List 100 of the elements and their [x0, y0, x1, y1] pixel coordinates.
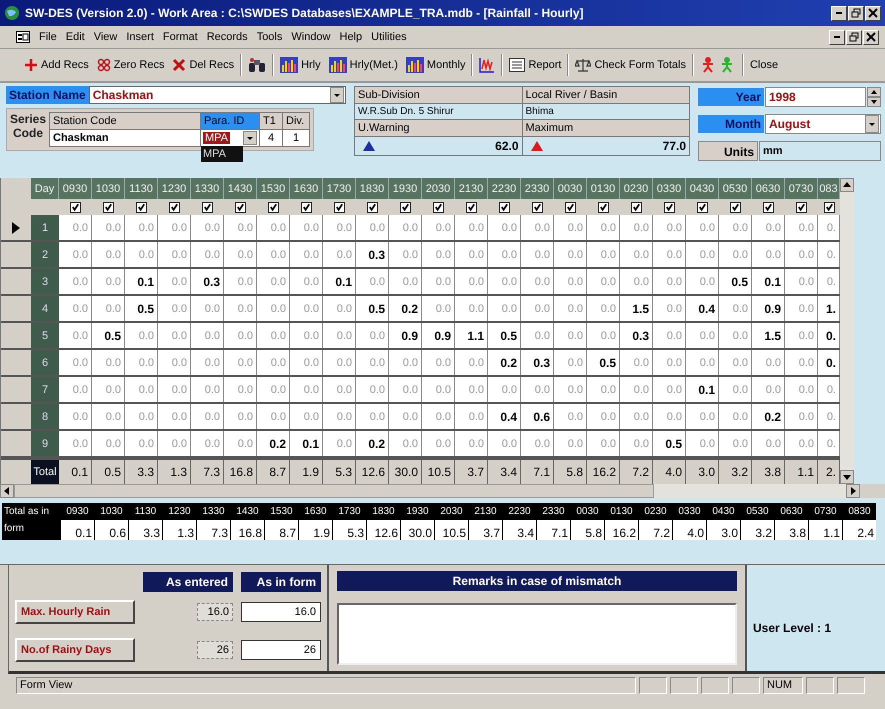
- scroll-up-icon[interactable]: [840, 178, 854, 192]
- table-cell[interactable]: 0.0: [686, 404, 719, 429]
- table-cell[interactable]: 0.0: [719, 431, 752, 456]
- checkbox[interactable]: [169, 202, 180, 212]
- table-cell[interactable]: 0.0: [59, 377, 92, 402]
- year-field[interactable]: 1998: [765, 87, 866, 107]
- table-cell[interactable]: 0.0: [653, 269, 686, 294]
- table-cell[interactable]: 0.: [818, 215, 840, 240]
- table-cell[interactable]: 0.4: [488, 404, 521, 429]
- table-cell[interactable]: 0.0: [92, 296, 125, 321]
- table-cell[interactable]: 0.0: [686, 323, 719, 348]
- document-minimize-button[interactable]: [829, 30, 845, 44]
- table-cell[interactable]: 0.0: [191, 242, 224, 267]
- table-cell[interactable]: 0.0: [389, 215, 422, 240]
- table-cell[interactable]: 0.0: [587, 215, 620, 240]
- checkbox[interactable]: [631, 202, 642, 212]
- table-cell[interactable]: 0.0: [554, 431, 587, 456]
- table-cell[interactable]: 0.0: [752, 377, 785, 402]
- table-cell[interactable]: 1.: [818, 296, 840, 321]
- chart-button[interactable]: Monthly: [404, 55, 468, 75]
- remarks-field[interactable]: [337, 603, 737, 665]
- table-cell[interactable]: 0.0: [356, 323, 389, 348]
- table-cell[interactable]: 0.0: [653, 404, 686, 429]
- table-cell[interactable]: 0.0: [521, 377, 554, 402]
- table-cell[interactable]: 0.0: [422, 242, 455, 267]
- table-cell[interactable]: 0.0: [653, 242, 686, 267]
- checkbox[interactable]: [202, 202, 213, 212]
- menu-item[interactable]: Format: [162, 31, 198, 43]
- scroll-down-icon[interactable]: [840, 470, 854, 484]
- table-cell[interactable]: 0.3: [620, 323, 653, 348]
- table-cell[interactable]: 0.0: [455, 431, 488, 456]
- table-cell[interactable]: 0.0: [653, 323, 686, 348]
- table-cell[interactable]: 0.0: [125, 377, 158, 402]
- table-cell[interactable]: 0.0: [785, 404, 818, 429]
- table-cell[interactable]: 0.2: [488, 350, 521, 375]
- table-cell[interactable]: 0.0: [686, 350, 719, 375]
- table-cell[interactable]: 0.0: [620, 350, 653, 375]
- table-cell[interactable]: 0.0: [158, 323, 191, 348]
- checkbox[interactable]: [70, 202, 81, 212]
- scale-button[interactable]: Check Form Totals: [573, 56, 688, 74]
- scroll-right-icon[interactable]: [846, 484, 860, 498]
- table-cell[interactable]: 0.2: [356, 431, 389, 456]
- table-cell[interactable]: 0.: [818, 242, 840, 267]
- table-cell[interactable]: 0.0: [422, 377, 455, 402]
- table-cell[interactable]: 0.0: [455, 296, 488, 321]
- table-cell[interactable]: 0.0: [587, 269, 620, 294]
- table-cell[interactable]: 0.0: [158, 296, 191, 321]
- table-cell[interactable]: 0.0: [752, 215, 785, 240]
- table-cell[interactable]: 0.0: [554, 215, 587, 240]
- document-maximize-button[interactable]: [846, 30, 862, 44]
- table-cell[interactable]: 0.0: [620, 431, 653, 456]
- month-dropdown[interactable]: August: [765, 114, 881, 134]
- menu-item[interactable]: Records: [206, 31, 248, 43]
- table-cell[interactable]: 0.0: [356, 269, 389, 294]
- table-cell[interactable]: 0.0: [257, 377, 290, 402]
- table-cell[interactable]: 0.0: [158, 215, 191, 240]
- table-cell[interactable]: 0.0: [488, 215, 521, 240]
- table-cell[interactable]: 0.0: [92, 404, 125, 429]
- table-cell[interactable]: 0.0: [719, 350, 752, 375]
- table-cell[interactable]: 0.2: [752, 404, 785, 429]
- table-cell[interactable]: 0.0: [422, 269, 455, 294]
- table-cell[interactable]: 0.1: [686, 377, 719, 402]
- table-cell[interactable]: 0.0: [785, 431, 818, 456]
- delete-button[interactable]: Del Recs: [170, 56, 236, 74]
- close-button[interactable]: Close: [748, 57, 780, 73]
- table-cell[interactable]: 0.6: [521, 404, 554, 429]
- table-cell[interactable]: 0.0: [323, 242, 356, 267]
- table-cell[interactable]: 0.0: [686, 242, 719, 267]
- table-cell[interactable]: 0.0: [422, 296, 455, 321]
- table-cell[interactable]: 0.0: [455, 350, 488, 375]
- table-cell[interactable]: 0.0: [356, 404, 389, 429]
- close-button[interactable]: [865, 6, 881, 20]
- table-cell[interactable]: 0.0: [389, 350, 422, 375]
- menu-item[interactable]: Utilities: [371, 31, 407, 43]
- table-cell[interactable]: 1.5: [752, 323, 785, 348]
- table-cell[interactable]: 0.0: [290, 323, 323, 348]
- table-cell[interactable]: 0.0: [191, 377, 224, 402]
- table-cell[interactable]: 0.0: [257, 215, 290, 240]
- table-cell[interactable]: 0.0: [389, 242, 422, 267]
- table-cell[interactable]: 0.: [818, 377, 840, 402]
- table-cell[interactable]: 0.0: [323, 350, 356, 375]
- table-cell[interactable]: 0.0: [59, 350, 92, 375]
- checkbox[interactable]: [664, 202, 675, 212]
- scrollbar-thumb[interactable]: [14, 484, 654, 498]
- table-cell[interactable]: 0.0: [587, 431, 620, 456]
- table-cell[interactable]: 0.: [818, 350, 840, 375]
- table-cell[interactable]: 0.0: [59, 296, 92, 321]
- checkbox[interactable]: [367, 202, 378, 212]
- table-cell[interactable]: 0.0: [125, 350, 158, 375]
- table-cell[interactable]: 0.0: [422, 350, 455, 375]
- menu-item[interactable]: Window: [291, 31, 330, 43]
- table-cell[interactable]: 0.0: [158, 404, 191, 429]
- table-cell[interactable]: 0.0: [389, 377, 422, 402]
- table-cell[interactable]: 0.1: [290, 431, 323, 456]
- table-cell[interactable]: 0.: [818, 323, 840, 348]
- table-cell[interactable]: 0.0: [653, 350, 686, 375]
- checkbox[interactable]: [235, 202, 246, 212]
- table-cell[interactable]: 0.0: [455, 242, 488, 267]
- table-cell[interactable]: 0.0: [521, 296, 554, 321]
- table-cell[interactable]: 0.0: [587, 323, 620, 348]
